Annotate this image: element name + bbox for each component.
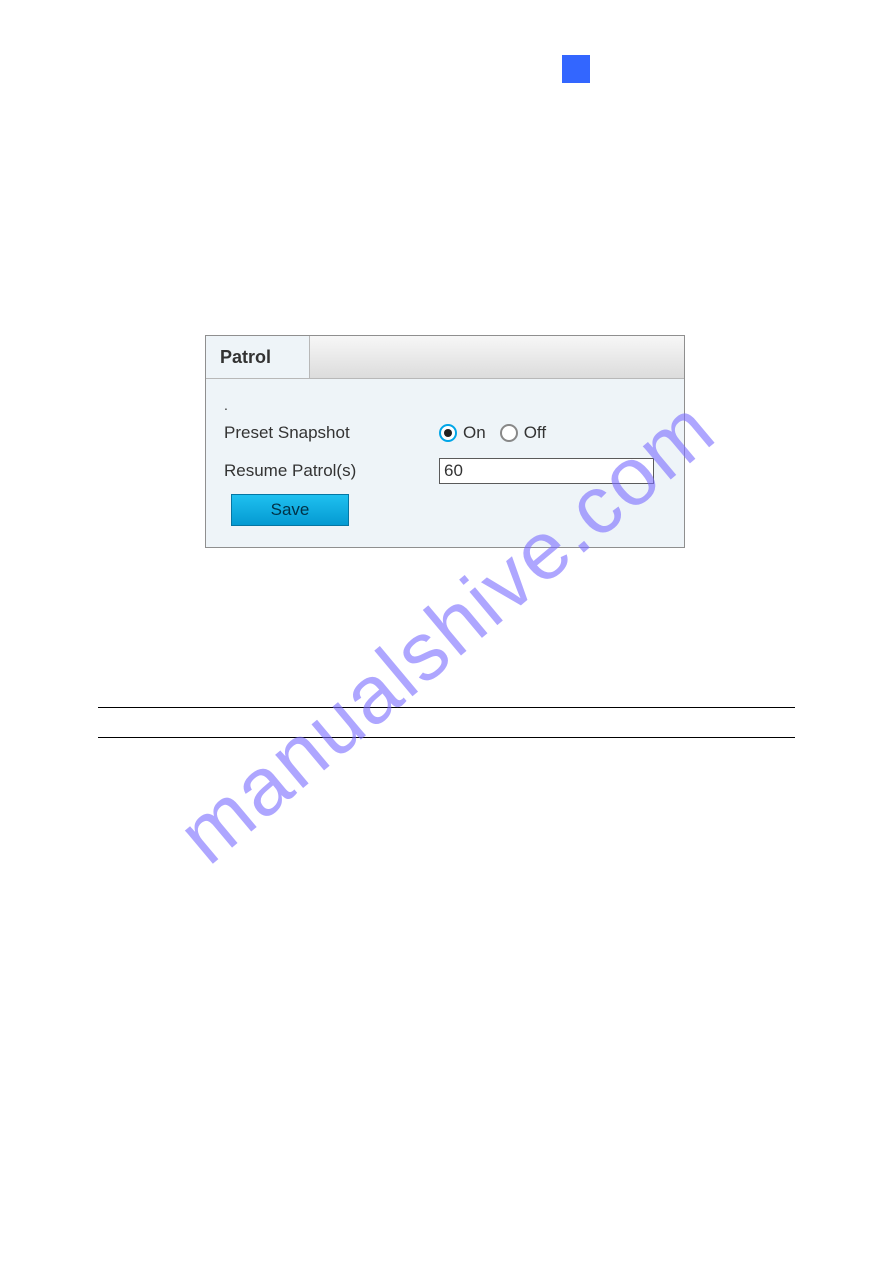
- radio-on[interactable]: [439, 424, 457, 442]
- radio-off[interactable]: [500, 424, 518, 442]
- paragraph-intro-3: Click Setup > PTZ > Patrol. The page is …: [98, 299, 795, 319]
- section-title: Patrol: [168, 125, 219, 146]
- table-header-row: Parameter Description: [98, 708, 795, 737]
- paragraph-after-3: Resume patrols after the camera is inter…: [98, 780, 795, 800]
- paragraph-intro-1: A patrol route is the track by which a P…: [98, 170, 795, 211]
- paragraph-after-2: The camera patrols to the preset positio…: [98, 640, 795, 660]
- paragraph-after-1: Preset Snapshot: After enabled, the syst…: [98, 580, 795, 621]
- page: Quick Operation Guide 5.3.4 Patrol A pat…: [0, 0, 893, 1263]
- row-preset-snapshot: Preset Snapshot On Off: [224, 418, 666, 448]
- preset-snapshot-label: Preset Snapshot: [224, 423, 439, 443]
- header-doc-title: Quick Operation Guide: [608, 55, 771, 73]
- tab-patrol[interactable]: Patrol: [206, 336, 310, 378]
- header-marker: [562, 55, 590, 83]
- resume-patrol-label: Resume Patrol(s): [224, 461, 439, 481]
- paragraph-intro-2: This function is available only for PTZ …: [98, 232, 795, 252]
- params-table: Parameter Description: [98, 707, 795, 738]
- section-number: 5.3.4: [98, 125, 138, 146]
- patrol-panel: Patrol . Preset Snapshot On Off Resume P…: [205, 335, 685, 548]
- save-button[interactable]: Save: [231, 494, 349, 526]
- radio-on-label: On: [463, 423, 486, 443]
- radio-on-dot: [444, 429, 452, 437]
- resume-patrol-input[interactable]: [439, 458, 654, 484]
- panel-dot: .: [224, 390, 666, 420]
- table-header-param: Parameter: [98, 714, 268, 731]
- preset-snapshot-controls: On Off: [439, 423, 554, 443]
- radio-off-label: Off: [524, 423, 546, 443]
- table-header-desc: Description: [268, 714, 795, 731]
- panel-body: . Preset Snapshot On Off Resume Patrol(s…: [206, 378, 684, 547]
- tab-bar: Patrol: [206, 336, 684, 379]
- row-resume-patrol: Resume Patrol(s): [224, 456, 666, 486]
- table-mid-line: [98, 737, 795, 738]
